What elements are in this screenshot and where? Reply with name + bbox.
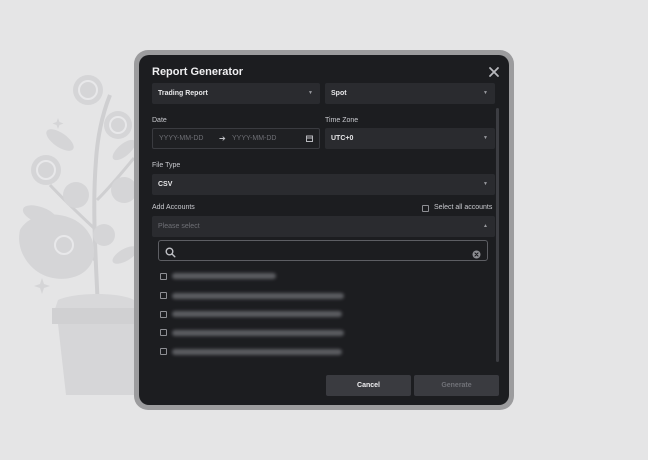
market-select[interactable]: Spot ▼ [325, 83, 495, 104]
accounts-placeholder: Please select [158, 223, 200, 230]
accounts-select[interactable]: Please select ▲ [152, 216, 495, 237]
file-type-label: File Type [152, 162, 181, 169]
account-label-redacted[interactable] [172, 311, 342, 317]
select-all-label[interactable]: Select all accounts [434, 204, 492, 211]
accounts-search-input[interactable] [158, 240, 488, 261]
caret-down-icon: ▼ [483, 90, 488, 96]
account-checkbox[interactable] [160, 292, 167, 299]
report-generator-dialog: Report Generator Trading Report ▼ Spot ▼… [139, 55, 509, 405]
time-zone-label: Time Zone [325, 117, 359, 124]
select-all-checkbox[interactable] [422, 205, 429, 212]
time-zone-select[interactable]: UTC+0 ▼ [325, 128, 495, 149]
market-value: Spot [331, 90, 347, 97]
clear-icon[interactable] [472, 246, 481, 264]
date-label: Date [152, 117, 167, 124]
arrow-right-icon: ➔ [219, 134, 226, 143]
date-range-input[interactable]: YYYY-MM-DD ➔ YYYY-MM-DD [152, 128, 320, 149]
generate-button[interactable]: Generate [414, 375, 499, 396]
account-label-redacted[interactable] [172, 349, 342, 355]
caret-up-icon: ▲ [483, 223, 488, 229]
account-checkbox[interactable] [160, 273, 167, 280]
report-type-select[interactable]: Trading Report ▼ [152, 83, 320, 104]
time-zone-value: UTC+0 [331, 135, 354, 142]
account-checkbox[interactable] [160, 329, 167, 336]
search-icon [165, 245, 176, 263]
account-label-redacted[interactable] [172, 330, 344, 336]
file-type-select[interactable]: CSV ▼ [152, 174, 495, 195]
end-date-input[interactable]: YYYY-MM-DD [232, 129, 276, 148]
account-label-redacted[interactable] [172, 293, 344, 299]
start-date-input[interactable]: YYYY-MM-DD [159, 129, 203, 148]
cancel-button[interactable]: Cancel [326, 375, 411, 396]
account-checkbox[interactable] [160, 348, 167, 355]
scrollbar[interactable] [496, 108, 499, 362]
account-checkbox[interactable] [160, 311, 167, 318]
caret-down-icon: ▼ [483, 181, 488, 187]
calendar-icon[interactable] [306, 135, 313, 144]
close-icon[interactable] [487, 65, 501, 79]
report-type-value: Trading Report [158, 90, 208, 97]
caret-down-icon: ▼ [308, 90, 313, 96]
file-type-value: CSV [158, 181, 173, 188]
account-label-redacted[interactable] [172, 273, 276, 279]
dialog-title: Report Generator [152, 66, 244, 78]
caret-down-icon: ▼ [483, 135, 488, 141]
add-accounts-label: Add Accounts [152, 204, 195, 211]
